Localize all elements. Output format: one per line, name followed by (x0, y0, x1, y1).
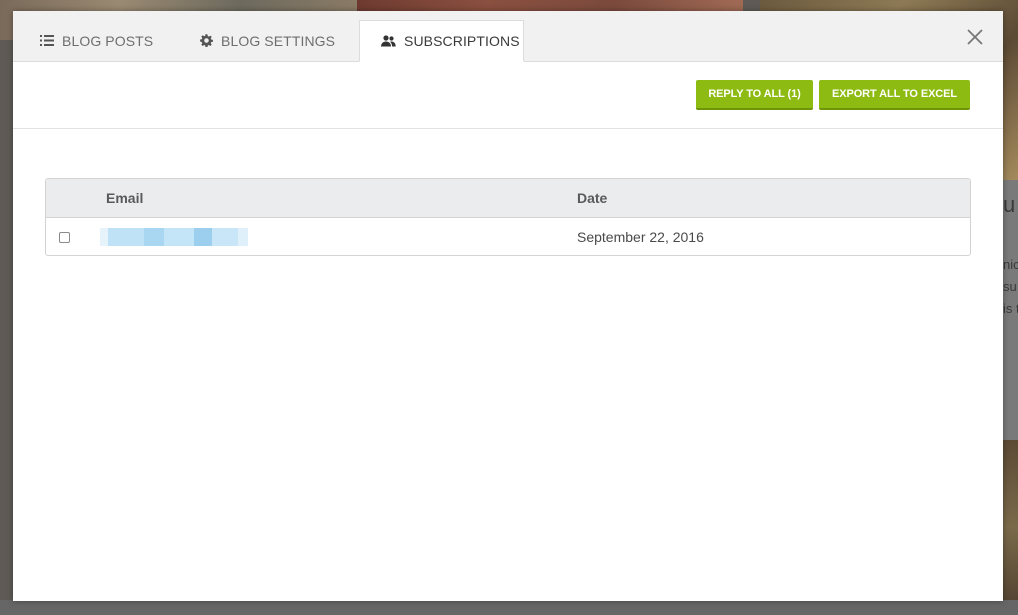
column-header-date[interactable]: Date (577, 179, 607, 217)
list-icon (40, 35, 54, 46)
action-toolbar: REPLY TO ALL (1) EXPORT ALL TO EXCEL (13, 62, 1003, 129)
tab-subscriptions[interactable]: SUBSCRIPTIONS (359, 20, 524, 62)
tab-label: SUBSCRIPTIONS (404, 33, 520, 49)
tab-label: BLOG SETTINGS (221, 32, 336, 49)
export-to-excel-button[interactable]: EXPORT ALL TO EXCEL (819, 80, 970, 110)
blog-settings-modal: BLOG POSTS BLOG SETTINGS SUBSCRIPTIONS R… (13, 11, 1003, 601)
table-header: Email Date (46, 179, 970, 218)
tab-bar: BLOG POSTS BLOG SETTINGS SUBSCRIPTIONS (13, 11, 1003, 62)
row-select-checkbox[interactable] (59, 232, 70, 243)
background-text: is t (1003, 301, 1018, 316)
background-text: nic (1003, 257, 1018, 272)
background-heading: u (1003, 192, 1016, 217)
gear-icon (200, 34, 213, 47)
tab-label: BLOG POSTS (62, 32, 154, 49)
background-strip (0, 600, 1018, 615)
users-icon (381, 35, 396, 47)
close-icon (963, 29, 987, 53)
close-button[interactable] (963, 25, 987, 49)
table-row: September 22, 2016 (46, 218, 970, 255)
column-header-email[interactable]: Email (106, 179, 143, 217)
row-date: September 22, 2016 (577, 228, 704, 245)
subscriptions-table: Email Date September 22, 2016 (45, 178, 971, 256)
tab-blog-settings[interactable]: BLOG SETTINGS (200, 20, 335, 61)
reply-to-all-button[interactable]: REPLY TO ALL (1) (696, 80, 813, 110)
background-text: su (1003, 279, 1017, 294)
email-link-redacted[interactable] (100, 228, 250, 246)
tab-blog-posts[interactable]: BLOG POSTS (40, 20, 153, 61)
